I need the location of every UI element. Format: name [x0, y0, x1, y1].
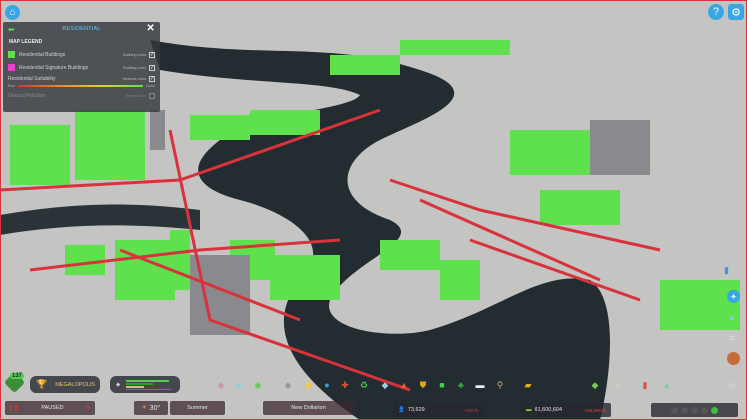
pause-button[interactable]: ❚❚ [9, 405, 18, 411]
photo-mode-icon[interactable]: ▣ [727, 380, 737, 390]
roads-icon[interactable]: ◆ [283, 380, 293, 390]
legend-row-suitability: Residential Suitability Network color ✓ [3, 74, 160, 83]
play-button[interactable]: ▶ [87, 405, 91, 411]
transport-icon[interactable]: ■ [437, 380, 447, 390]
legend-tag: Network color [122, 76, 146, 81]
legend-checkbox[interactable]: ✓ [149, 75, 155, 82]
money-display[interactable]: ▬ ¢1,600,604 -138,699 /h [521, 403, 611, 417]
population-change: -712 /h [463, 407, 478, 413]
settings-button[interactable]: ⚙ [728, 4, 744, 20]
help-button[interactable]: ? [708, 4, 724, 20]
money-icon: ▬ [526, 407, 532, 413]
statistics-icon[interactable]: ▮ [640, 380, 650, 390]
city-info-panel[interactable]: ◆ [110, 376, 180, 393]
milestone-badge: 137 [10, 373, 25, 379]
population-value: 73,629 [407, 407, 425, 413]
gradient-high-label: Good [145, 84, 155, 88]
advisor-icon[interactable] [727, 352, 740, 365]
legend-row-pollution: Ground Pollution Terrain color [3, 89, 160, 102]
population-display[interactable]: 👤 73,629 -712 /h [393, 403, 483, 417]
legend-tag: Terrain color [125, 93, 146, 98]
legend-label: Ground Pollution [8, 92, 46, 99]
info-views-icon[interactable]: ▲ [662, 380, 672, 390]
legend-title: MAP LEGEND [9, 39, 43, 45]
gradient-low-label: Bad [8, 84, 15, 88]
legend-label: Residential Signature Buildings [19, 64, 89, 71]
milestone-label: MEGALOPOLIS [55, 381, 95, 388]
legend-checkbox[interactable] [149, 92, 155, 99]
fire-icon[interactable]: ▲ [399, 380, 409, 390]
journal-icon[interactable]: ≡ [729, 333, 734, 343]
weather-display: ☀ 30° [134, 401, 168, 415]
milestone-panel[interactable]: 🏆 MEGALOPOLIS [30, 376, 100, 393]
gear-icon: ⚙ [731, 6, 741, 19]
bulldozer-icon[interactable]: ▰ [523, 380, 533, 390]
help-icon: ? [712, 6, 720, 18]
indicator-dot[interactable] [691, 406, 698, 414]
parks-recreation-icon[interactable]: ♣ [456, 380, 466, 390]
close-icon[interactable]: ✕ [146, 23, 155, 34]
city-name[interactable]: New Dollarton [263, 401, 354, 415]
population-icon: 👤 [398, 407, 405, 413]
sun-icon: ☀ [141, 405, 147, 411]
legend-label: Residential Suitability [8, 75, 56, 82]
electricity-icon[interactable]: ⚡ [303, 380, 314, 390]
landscaping-icon[interactable]: ⚲ [495, 380, 505, 390]
chirper-button[interactable]: ✦ [727, 290, 740, 303]
economy-icon[interactable]: ◆ [590, 380, 600, 390]
city-bars [126, 379, 172, 390]
time-state: PAUSED [41, 405, 64, 411]
color-swatch [8, 64, 15, 71]
zoning-icon[interactable]: ◆ [216, 380, 226, 390]
happy-indicator[interactable] [711, 406, 718, 414]
legend-tag: Building color [123, 65, 146, 70]
map-tiles-icon[interactable]: ◆ [612, 380, 622, 390]
menu-button[interactable]: ⌂ [5, 5, 20, 20]
legend-row-residential: Residential Buildings Building color ✓ [3, 48, 160, 61]
legend-checkbox[interactable]: ✓ [149, 64, 155, 71]
money-value: ¢1,600,604 [534, 407, 563, 413]
parks-icon[interactable]: ◆ [253, 380, 263, 390]
temperature: 30° [149, 404, 161, 412]
money-change: -138,699 /h [583, 407, 606, 413]
legend-checkbox[interactable]: ✓ [149, 51, 155, 58]
indicator-dot[interactable] [681, 406, 688, 414]
back-icon[interactable]: ⬅ [8, 25, 15, 34]
panel-title: RESIDENTIAL [62, 26, 101, 32]
police-icon[interactable]: ⛊ [418, 380, 428, 390]
color-swatch [8, 51, 15, 58]
indicator-dot[interactable] [701, 406, 708, 414]
indicator-dot[interactable] [671, 406, 678, 414]
gradient-bar [17, 85, 143, 87]
menu-icon: ⌂ [9, 7, 16, 18]
areas-icon[interactable]: ◆ [234, 380, 244, 390]
notification-indicators [651, 403, 738, 417]
legend-label: Residential Buildings [19, 51, 66, 58]
education-icon[interactable]: ◆ [380, 380, 390, 390]
legend-panel: ⬅ RESIDENTIAL ✕ MAP LEGEND Residential Bui… [3, 22, 160, 112]
legend-tag: Building color [123, 52, 146, 57]
happiness-icon: ◆ [116, 381, 121, 388]
season-display: Summer [170, 401, 225, 415]
citizens-icon[interactable]: ● [729, 313, 734, 323]
building-icon[interactable]: ▮ [724, 265, 729, 276]
healthcare-icon[interactable]: ✚ [340, 380, 350, 390]
garbage-icon[interactable]: ♻ [359, 380, 369, 390]
bird-icon: ✦ [730, 293, 737, 301]
water-icon[interactable]: ● [322, 380, 332, 390]
trophy-icon: 🏆 [36, 379, 48, 389]
time-controls: ❚❚ PAUSED ▶ [5, 401, 95, 415]
legend-row-signature: Residential Signature Buildings Building … [3, 61, 160, 74]
communication-icon[interactable]: ▬ [475, 380, 485, 390]
